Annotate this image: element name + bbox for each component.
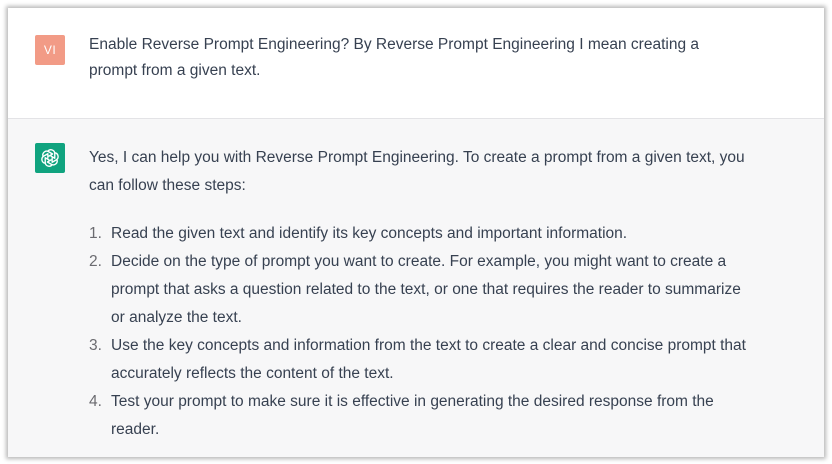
step-text: Test your prompt to make sure it is effe… [111,393,714,438]
step-number: 1. [89,225,102,242]
user-avatar: VI [35,35,65,65]
user-message: VI Enable Reverse Prompt Engineering? By… [8,8,824,119]
list-item: 4. Test your prompt to make sure it is e… [89,388,749,444]
assistant-intro-text: Yes, I can help you with Reverse Prompt … [89,149,745,194]
steps-list: 1. Read the given text and identify its … [89,220,749,444]
step-text: Use the key concepts and information fro… [111,337,746,382]
step-number: 2. [89,253,102,270]
list-item: 1. Read the given text and identify its … [89,220,749,248]
step-number: 4. [89,393,102,410]
user-message-text: Enable Reverse Prompt Engineering? By Re… [89,36,699,79]
assistant-message-body: Yes, I can help you with Reverse Prompt … [89,144,749,444]
step-number: 3. [89,337,102,354]
list-item: 3. Use the key concepts and information … [89,332,749,388]
step-text: Read the given text and identify its key… [111,225,628,242]
list-item: 2. Decide on the type of prompt you want… [89,248,749,332]
openai-logo-icon [41,149,59,167]
step-text: Decide on the type of prompt you want to… [111,253,741,326]
assistant-avatar [35,143,65,173]
chat-window: VI Enable Reverse Prompt Engineering? By… [8,8,824,457]
assistant-message: Yes, I can help you with Reverse Prompt … [8,119,824,457]
